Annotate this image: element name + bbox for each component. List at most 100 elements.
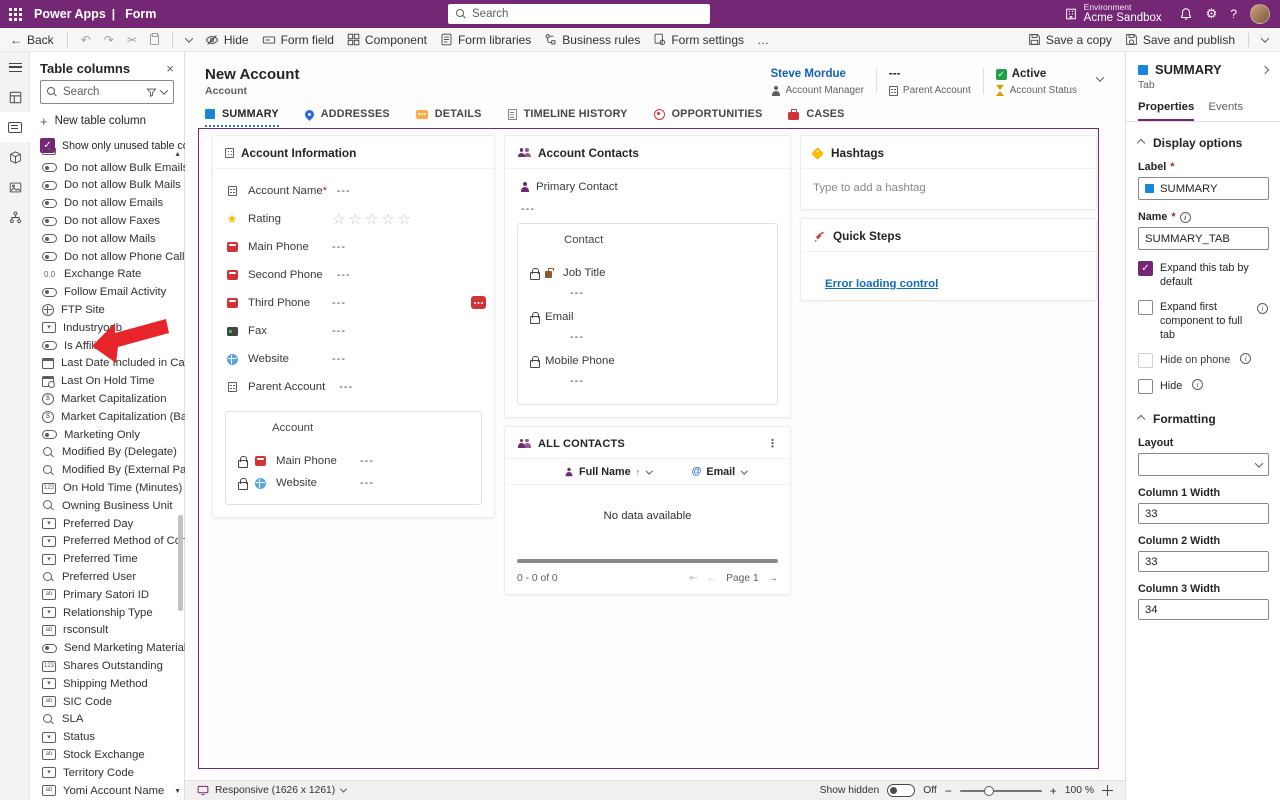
column-list-item[interactable]: Modified By (External Party) — [30, 461, 185, 479]
tab-properties[interactable]: Properties — [1138, 101, 1194, 121]
zoom-slider[interactable] — [960, 785, 1042, 797]
column-list-item[interactable]: Do not allow Faxes — [30, 212, 185, 230]
column-list-item[interactable]: 123On Hold Time (Minutes) — [30, 479, 185, 497]
column3-width-input[interactable]: 34 — [1138, 599, 1269, 620]
app-name[interactable]: Power Apps — [34, 7, 106, 21]
form-tab-cases[interactable]: CASES — [788, 108, 844, 127]
column-list-item[interactable]: ▾Territory Code — [30, 764, 185, 782]
column-list-item[interactable]: Modified By (Delegate) — [30, 444, 185, 462]
form-field-button[interactable]: Form field — [262, 33, 334, 47]
column2-width-input[interactable]: 33 — [1138, 551, 1269, 572]
label-input[interactable]: SUMMARY — [1138, 177, 1269, 200]
column-list-item[interactable]: Send Marketing Materials — [30, 639, 185, 657]
checkbox[interactable] — [1138, 261, 1153, 276]
all-contacts-subgrid-card[interactable]: ALL CONTACTS ⋮ Full Name↑@Email No data … — [504, 426, 791, 595]
component-button[interactable]: Component — [347, 33, 427, 47]
environment-picker[interactable]: Environment Acme Sandbox — [1064, 3, 1162, 26]
form-tab-summary[interactable]: SUMMARY — [205, 108, 279, 127]
column-list-item[interactable]: ▾Preferred Day — [30, 515, 185, 533]
account-quickview-card[interactable]: Account Main Phone---Website--- — [225, 411, 482, 505]
column-list-item[interactable]: Do not allow Mails — [30, 230, 185, 248]
column-list-item[interactable]: Do not allow Phone Calls — [30, 248, 185, 266]
previous-page-icon[interactable]: ← — [707, 573, 717, 584]
undo-button[interactable]: ↶ — [81, 34, 91, 46]
zoom-out-icon[interactable]: − — [945, 784, 952, 798]
collapse-panel-icon[interactable] — [1261, 65, 1269, 73]
header-field[interactable]: Steve MordueAccount Manager — [771, 68, 864, 97]
form-tab-timeline-history[interactable]: TIMELINE HISTORY — [508, 108, 628, 127]
responsive-size-dropdown[interactable]: Responsive (1626 x 1261) — [197, 785, 346, 796]
help-icon[interactable]: ? — [1230, 8, 1237, 20]
chevron-down-icon[interactable] — [741, 467, 747, 473]
zoom-in-icon[interactable]: + — [1050, 784, 1057, 798]
subgrid-column-header[interactable]: Full Name↑ — [564, 466, 652, 478]
redo-button[interactable]: ↷ — [104, 34, 114, 46]
header-field[interactable]: ---Parent Account — [889, 68, 971, 97]
save-and-publish-button[interactable]: Save and publish — [1125, 33, 1235, 47]
column-list-item[interactable]: ▾Shipping Method — [30, 675, 185, 693]
property-checkbox-row[interactable]: Expand this tab by default — [1138, 261, 1268, 289]
info-icon[interactable] — [1192, 379, 1203, 390]
form-settings-button[interactable]: Form settings — [653, 33, 744, 47]
quickview-field-row[interactable]: Job Title — [530, 262, 765, 284]
column-list-item[interactable]: 0.0Exchange Rate — [30, 266, 185, 284]
form-field-row[interactable]: Fax--- — [225, 317, 482, 345]
global-search-input[interactable]: Search — [448, 4, 710, 24]
property-checkbox-row[interactable]: Hide — [1138, 379, 1268, 394]
column-list-item[interactable]: abStock Exchange — [30, 746, 185, 764]
column-list-item[interactable]: Do not allow Bulk Mails — [30, 177, 185, 195]
zoom-slider-knob[interactable] — [984, 786, 994, 796]
hamburger-menu-icon[interactable] — [0, 52, 30, 82]
form-field-row[interactable]: Account Name*--- — [225, 177, 482, 205]
quick-steps-card[interactable]: Quick Steps Error loading control — [800, 218, 1097, 301]
first-page-icon[interactable]: ⇤ — [689, 572, 698, 584]
form-field-row[interactable]: Third Phone--- — [225, 289, 482, 317]
form-field-row[interactable]: Second Phone--- — [225, 261, 482, 289]
column-list-item[interactable]: Do not allow Bulk Emails — [30, 159, 185, 177]
column-list-item[interactable]: ▾Relationship Type — [30, 604, 185, 622]
quickview-field-row[interactable]: Email — [530, 306, 765, 328]
column-search-input[interactable]: Search — [40, 80, 174, 104]
account-contacts-card[interactable]: Account Contacts Primary Contact --- Con… — [504, 135, 791, 418]
column-list-item[interactable]: abSIC Code — [30, 693, 185, 711]
column-list-item[interactable]: SLA — [30, 711, 185, 729]
save-options-dropdown[interactable] — [1262, 37, 1268, 43]
column-list-item[interactable]: $Market Capitalization — [30, 390, 185, 408]
info-icon[interactable] — [1257, 303, 1268, 314]
business-rules-button[interactable]: Business rules — [544, 33, 640, 47]
components-cube-icon[interactable] — [0, 142, 30, 172]
close-panel-icon[interactable]: × — [166, 62, 174, 75]
subgrid-menu-icon[interactable]: ⋮ — [767, 437, 778, 450]
scroll-down-icon[interactable]: ▼ — [174, 788, 181, 795]
form-field-row[interactable]: Website--- — [225, 345, 482, 373]
chevron-down-icon[interactable] — [646, 467, 652, 473]
next-page-icon[interactable]: → — [768, 573, 778, 584]
column-list-item[interactable]: 123Shares Outstanding — [30, 657, 185, 675]
cut-button[interactable]: ✂ — [127, 34, 137, 46]
hide-button[interactable]: Hide — [205, 33, 249, 47]
column-list-item[interactable]: abPrimary Satori ID — [30, 586, 185, 604]
column-list-item[interactable]: Follow Email Activity — [30, 283, 185, 301]
checkbox[interactable] — [1138, 353, 1153, 368]
property-checkbox-row[interactable]: Hide on phone — [1138, 353, 1268, 368]
user-avatar[interactable] — [1250, 4, 1270, 24]
column-list-item[interactable]: ▾Preferred Method of Contact — [30, 533, 185, 551]
header-field[interactable]: ActiveAccount Status — [996, 68, 1077, 97]
show-hidden-toggle[interactable] — [887, 784, 915, 797]
hashtag-input[interactable]: Type to add a hashtag — [801, 169, 1096, 209]
account-information-card[interactable]: Account Information Account Name*---★Rat… — [212, 135, 495, 518]
fit-to-screen-icon[interactable] — [1102, 785, 1113, 796]
subgrid-column-header[interactable]: @Email — [692, 466, 747, 478]
chevron-down-icon[interactable] — [160, 86, 168, 94]
quickview-field-row[interactable]: Mobile Phone — [530, 350, 765, 372]
name-input[interactable]: SUMMARY_TAB — [1138, 227, 1269, 250]
column-list-item[interactable]: Marketing Only — [30, 426, 185, 444]
waffle-menu-icon[interactable] — [0, 0, 30, 28]
column-list-item[interactable]: Do not allow Emails — [30, 194, 185, 212]
form-field-row[interactable]: Main Phone--- — [225, 233, 482, 261]
form-tab-addresses[interactable]: ADDRESSES — [305, 108, 390, 127]
form-designer-icon[interactable] — [0, 82, 30, 112]
contact-quickview-card[interactable]: Contact Job Title---Email---Mobile Phone… — [517, 223, 778, 405]
media-icon[interactable] — [0, 172, 30, 202]
table-columns-icon[interactable] — [0, 112, 30, 142]
